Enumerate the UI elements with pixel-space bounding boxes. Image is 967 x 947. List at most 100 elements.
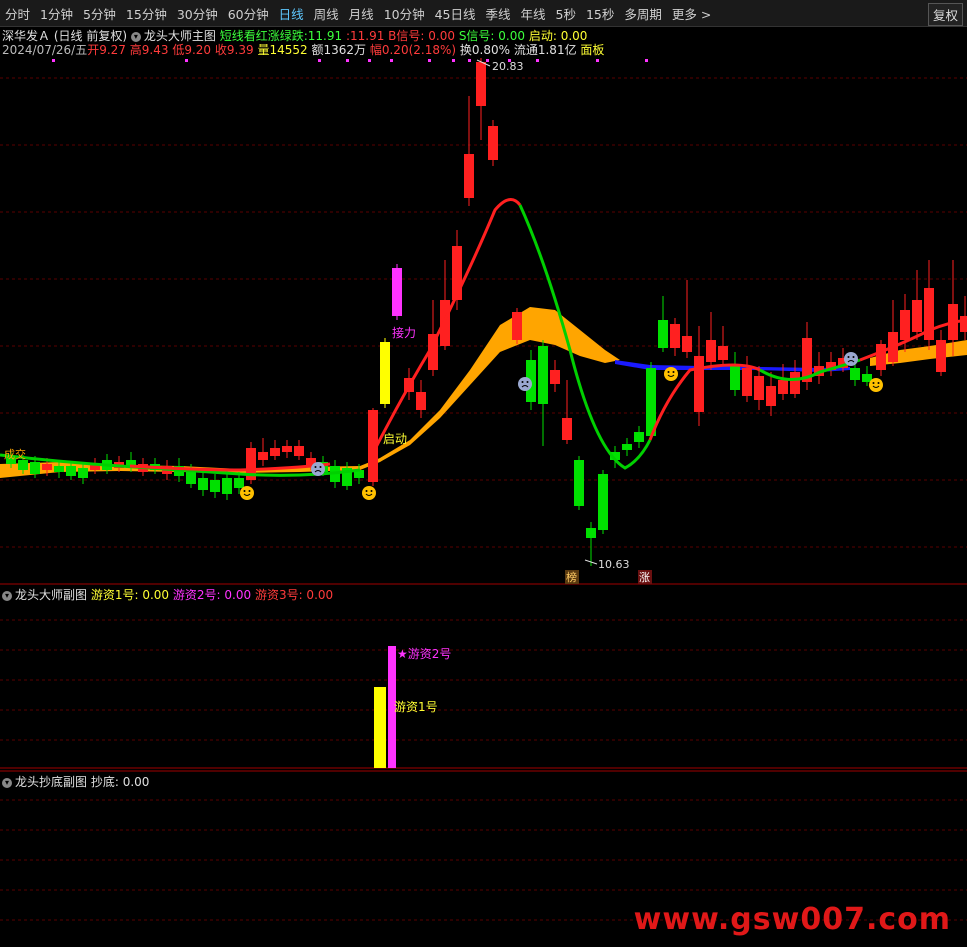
smiley-icon-2-disc [362, 486, 376, 500]
candle-body-3 [42, 464, 52, 470]
candle-body-34 [416, 392, 426, 410]
sub1-item3: 游资3号: 0.00 [254, 588, 334, 602]
sub1-bar-label-1: 游资1号 [394, 700, 438, 714]
candle-body-43 [538, 346, 548, 404]
sad-icon-2-disc [518, 377, 532, 391]
smiley-icon-1-disc [240, 486, 254, 500]
smiley-icon-2-eye-left [365, 490, 368, 492]
smiley-icon-3-disc [664, 367, 678, 381]
candle-body-1 [18, 460, 28, 470]
sub1-item1: 游资1号: 0.00 [90, 588, 170, 602]
smiley-icon-3 [664, 367, 678, 381]
candle-body-23 [282, 446, 292, 452]
smiley-icon-1-eye-left [243, 490, 246, 492]
candle-body-73 [900, 310, 910, 340]
smiley-icon-2 [362, 486, 376, 500]
watermark: www.gsw007.com [633, 902, 951, 937]
smiley-icon-2-eye-right [370, 490, 373, 492]
candle-body-50 [622, 444, 632, 450]
ma-band [0, 307, 967, 478]
bang-label: 榜 [566, 570, 577, 584]
sad-icon-3-disc [844, 352, 858, 366]
candle-body-18 [222, 478, 232, 494]
sad-icon-2-eye-right [526, 381, 529, 383]
signal-dot-9 [486, 59, 489, 62]
candle-body-39 [476, 62, 486, 106]
trend-line [0, 198, 967, 477]
candle-body-55 [682, 336, 692, 352]
sub1-menu-icon[interactable]: ▾ [2, 590, 12, 601]
candle-body-46 [574, 460, 584, 506]
sad-icon-1-eye-left [314, 466, 317, 468]
smiley-icon-4-eye-left [872, 382, 875, 384]
candle-body-45 [562, 418, 572, 440]
smiley-icon-1 [240, 486, 254, 500]
signal-dot-4 [368, 59, 371, 62]
candle-body-60 [742, 368, 752, 396]
signal-dot-12 [596, 59, 599, 62]
candle-body-62 [766, 386, 776, 406]
candle-body-22 [270, 448, 280, 456]
candle-body-21 [258, 452, 268, 460]
candle-body-59 [730, 364, 740, 390]
signal-dot-1 [185, 59, 188, 62]
candle-body-19 [234, 478, 244, 488]
candle-body-71 [876, 344, 886, 370]
candle-body-16 [198, 478, 208, 490]
candle-body-56 [694, 356, 704, 412]
candle-body-58 [718, 346, 728, 360]
sub1-title[interactable]: 龙头大师副图 [15, 588, 87, 602]
smiley-icon-3-eye-left [667, 371, 670, 373]
signal-dot-5 [390, 59, 393, 62]
smiley-icon-1-eye-right [248, 490, 251, 492]
smiley-icon-4 [869, 378, 883, 392]
high-price-label: 20.83 [492, 60, 524, 73]
signal-dot-7 [452, 59, 455, 62]
candle-body-61 [754, 376, 764, 400]
candle-body-51 [634, 432, 644, 442]
low-price-label: 10.63 [598, 558, 630, 571]
signal-dot-11 [536, 59, 539, 62]
candle-body-63 [778, 380, 788, 394]
kline-chart-canvas[interactable]: 20.83 10.63 接力 启动 成交 榜 涨 ★游资2号 游资1号 [0, 0, 967, 947]
signal-dot-6 [428, 59, 431, 62]
sub2-menu-icon[interactable]: ▾ [2, 777, 12, 788]
sub2-item1: 抄底: 0.00 [90, 775, 150, 789]
candle-body-24 [294, 446, 304, 456]
candlesticks [6, 58, 967, 566]
sub2-header: ▾ 龙头抄底副图 抄底: 0.00 [2, 773, 149, 790]
candle-body-48 [598, 474, 608, 530]
candle-body-57 [706, 340, 716, 362]
signal-dots [52, 59, 648, 62]
sad-icon-1-eye-right [319, 466, 322, 468]
left-label: 成交 [4, 447, 26, 461]
candle-body-47 [586, 528, 596, 538]
candle-body-78 [960, 316, 967, 332]
candle-body-44 [550, 370, 560, 384]
sub1-header: ▾ 龙头大师副图 游资1号: 0.00 游资2号: 0.00 游资3号: 0.00 [2, 586, 333, 603]
sub1-item2: 游资2号: 0.00 [172, 588, 252, 602]
candle-body-6 [78, 468, 88, 478]
candle-body-32 [392, 268, 402, 316]
chart-grid [0, 77, 967, 921]
signal-dot-0 [52, 59, 55, 62]
sub1-bar-label-2: ★游资2号 [397, 647, 451, 661]
sub2-title[interactable]: 龙头抄底副图 [15, 775, 87, 789]
smiley-icon-3-eye-right [672, 371, 675, 373]
candle-body-53 [658, 320, 668, 348]
candle-body-64 [790, 372, 800, 394]
signal-dot-2 [318, 59, 321, 62]
candle-body-54 [670, 324, 680, 348]
candle-body-69 [850, 368, 860, 380]
sad-icon-2 [518, 377, 532, 391]
sad-icon-2-eye-left [521, 381, 524, 383]
sad-icon-1-disc [311, 462, 325, 476]
sad-icon-3-eye-right [852, 356, 855, 358]
smiley-icon-4-disc [869, 378, 883, 392]
candle-body-76 [936, 340, 946, 372]
chart-markers [240, 59, 883, 565]
candle-body-41 [512, 312, 522, 340]
relay-label: 接力 [392, 325, 416, 340]
candle-body-17 [210, 480, 220, 492]
candle-body-5 [66, 466, 76, 476]
